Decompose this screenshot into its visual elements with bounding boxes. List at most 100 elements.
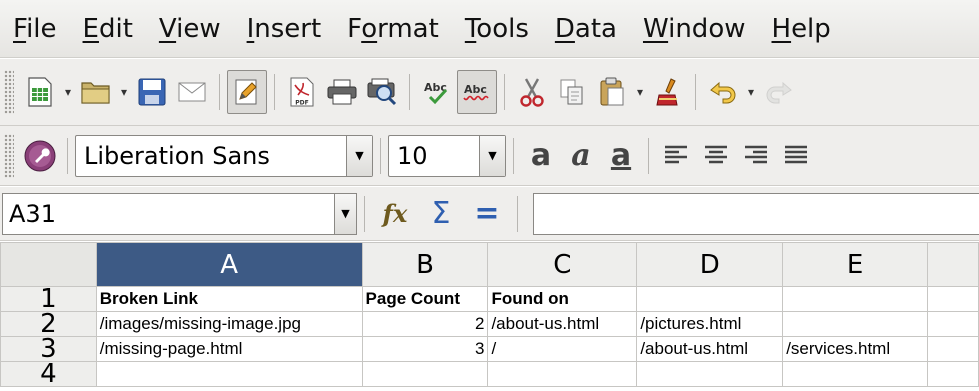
- email-button[interactable]: [172, 70, 212, 114]
- svg-text:PDF: PDF: [295, 100, 308, 107]
- font-size-combo[interactable]: 10 ▼: [388, 134, 506, 177]
- justify-button[interactable]: [776, 134, 816, 178]
- row-header[interactable]: 2: [0, 311, 97, 337]
- menu-help[interactable]: Help: [759, 0, 844, 58]
- row-header[interactable]: 1: [0, 286, 97, 312]
- cell-c3[interactable]: /: [487, 336, 638, 362]
- new-spreadsheet-button[interactable]: [20, 70, 60, 114]
- new-spreadsheet-icon: [28, 77, 52, 107]
- cell-e3[interactable]: /services.html: [782, 336, 929, 362]
- bold-icon: a: [530, 138, 552, 173]
- print-button[interactable]: [322, 70, 362, 114]
- cell-f1[interactable]: [927, 286, 979, 312]
- align-center-button[interactable]: [696, 134, 736, 178]
- folder-icon: [81, 82, 110, 104]
- cell-d4[interactable]: [636, 361, 784, 387]
- font-size-dropdown-arrow[interactable]: ▼: [479, 135, 505, 176]
- sum-button[interactable]: Σ: [418, 192, 464, 236]
- clone-formatting-button[interactable]: [648, 70, 688, 114]
- toolbar-separator: [67, 137, 68, 174]
- menu-format[interactable]: Format: [334, 0, 452, 58]
- menu-file[interactable]: File: [0, 0, 70, 58]
- cell-c2[interactable]: /about-us.html: [487, 311, 638, 337]
- toolbar-separator: [364, 195, 365, 232]
- cell-a4[interactable]: [95, 361, 363, 387]
- spellcheck-button[interactable]: Abc: [417, 70, 457, 114]
- select-all-corner[interactable]: [0, 242, 97, 287]
- styles-button[interactable]: [20, 134, 60, 178]
- copy-button[interactable]: [552, 70, 592, 114]
- function-button[interactable]: =: [464, 192, 510, 236]
- print-preview-button[interactable]: [362, 70, 402, 114]
- cell-a3[interactable]: /missing-page.html: [95, 336, 363, 362]
- cell-c1[interactable]: Found on: [487, 286, 638, 312]
- font-name-combo[interactable]: Liberation Sans ▼: [75, 134, 373, 177]
- column-header-d[interactable]: D: [636, 242, 784, 287]
- name-box-dropdown-arrow[interactable]: ▼: [334, 193, 356, 234]
- align-right-button[interactable]: [736, 134, 776, 178]
- undo-button[interactable]: [703, 70, 743, 114]
- cell-b1[interactable]: Page Count: [361, 286, 489, 312]
- menu-edit[interactable]: Edit: [70, 0, 146, 58]
- menu-data[interactable]: Data: [542, 0, 630, 58]
- column-header-b[interactable]: B: [361, 242, 489, 287]
- table-row: 4: [0, 361, 979, 387]
- autospellcheck-button[interactable]: Abc: [457, 70, 497, 114]
- table-row: 1 Broken Link Page Count Found on: [0, 286, 979, 312]
- cell-f3[interactable]: [927, 336, 979, 362]
- name-box[interactable]: A31 ▼: [2, 192, 357, 235]
- cell-c4[interactable]: [487, 361, 638, 387]
- open-dropdown-arrow[interactable]: ▾: [116, 70, 132, 114]
- menu-tools[interactable]: Tools: [452, 0, 542, 58]
- paste-button[interactable]: [592, 70, 632, 114]
- paste-dropdown-arrow[interactable]: ▾: [632, 70, 648, 114]
- column-header-a[interactable]: A: [95, 242, 363, 287]
- bold-button[interactable]: a: [521, 134, 561, 178]
- row-header[interactable]: 3: [0, 336, 97, 362]
- undo-dropdown-arrow[interactable]: ▾: [743, 70, 759, 114]
- column-header-f[interactable]: [927, 242, 979, 287]
- cell-f4[interactable]: [927, 361, 979, 387]
- row-header[interactable]: 4: [0, 361, 97, 387]
- cell-e1[interactable]: [782, 286, 929, 312]
- align-left-button[interactable]: [656, 134, 696, 178]
- redo-button[interactable]: [759, 70, 799, 114]
- italic-button[interactable]: a: [561, 134, 601, 178]
- cell-e2[interactable]: [782, 311, 929, 337]
- toolbar-separator: [219, 74, 220, 110]
- formatting-toolbar: Liberation Sans ▼ 10 ▼ a a a: [0, 126, 979, 186]
- column-header-c[interactable]: C: [487, 242, 638, 287]
- function-wizard-icon: fx: [382, 199, 408, 228]
- cell-d3[interactable]: /about-us.html: [636, 336, 784, 362]
- column-header-e[interactable]: E: [782, 242, 929, 287]
- cell-b3[interactable]: 3: [361, 336, 489, 362]
- cell-b4[interactable]: [361, 361, 489, 387]
- new-dropdown-arrow[interactable]: ▾: [60, 70, 76, 114]
- menu-insert[interactable]: Insert: [234, 0, 335, 58]
- cut-button[interactable]: [512, 70, 552, 114]
- function-wizard-button[interactable]: fx: [372, 192, 418, 236]
- edit-file-button[interactable]: [227, 70, 267, 114]
- toolbar-grip[interactable]: [4, 70, 14, 114]
- menu-window[interactable]: Window: [630, 0, 759, 58]
- cell-f2[interactable]: [927, 311, 979, 337]
- menu-view[interactable]: View: [146, 0, 234, 58]
- cell-b2[interactable]: 2: [361, 311, 489, 337]
- font-name-dropdown-arrow[interactable]: ▼: [346, 135, 372, 176]
- cell-a2[interactable]: /images/missing-image.jpg: [95, 311, 363, 337]
- redo-arrow-icon: [766, 81, 792, 104]
- cell-e4[interactable]: [782, 361, 929, 387]
- export-pdf-button[interactable]: PDF: [282, 70, 322, 114]
- underline-button[interactable]: a: [601, 134, 641, 178]
- toolbar-separator: [380, 137, 381, 174]
- font-name-value: Liberation Sans: [84, 141, 270, 170]
- open-button[interactable]: [76, 70, 116, 114]
- formula-input[interactable]: [533, 192, 979, 235]
- cell-a1[interactable]: Broken Link: [95, 286, 363, 312]
- print-preview-icon: [367, 78, 397, 106]
- cell-d2[interactable]: /pictures.html: [636, 311, 784, 337]
- toolbar-grip[interactable]: [4, 133, 14, 178]
- align-left-icon: [665, 145, 687, 163]
- cell-d1[interactable]: [636, 286, 784, 312]
- save-button[interactable]: [132, 70, 172, 114]
